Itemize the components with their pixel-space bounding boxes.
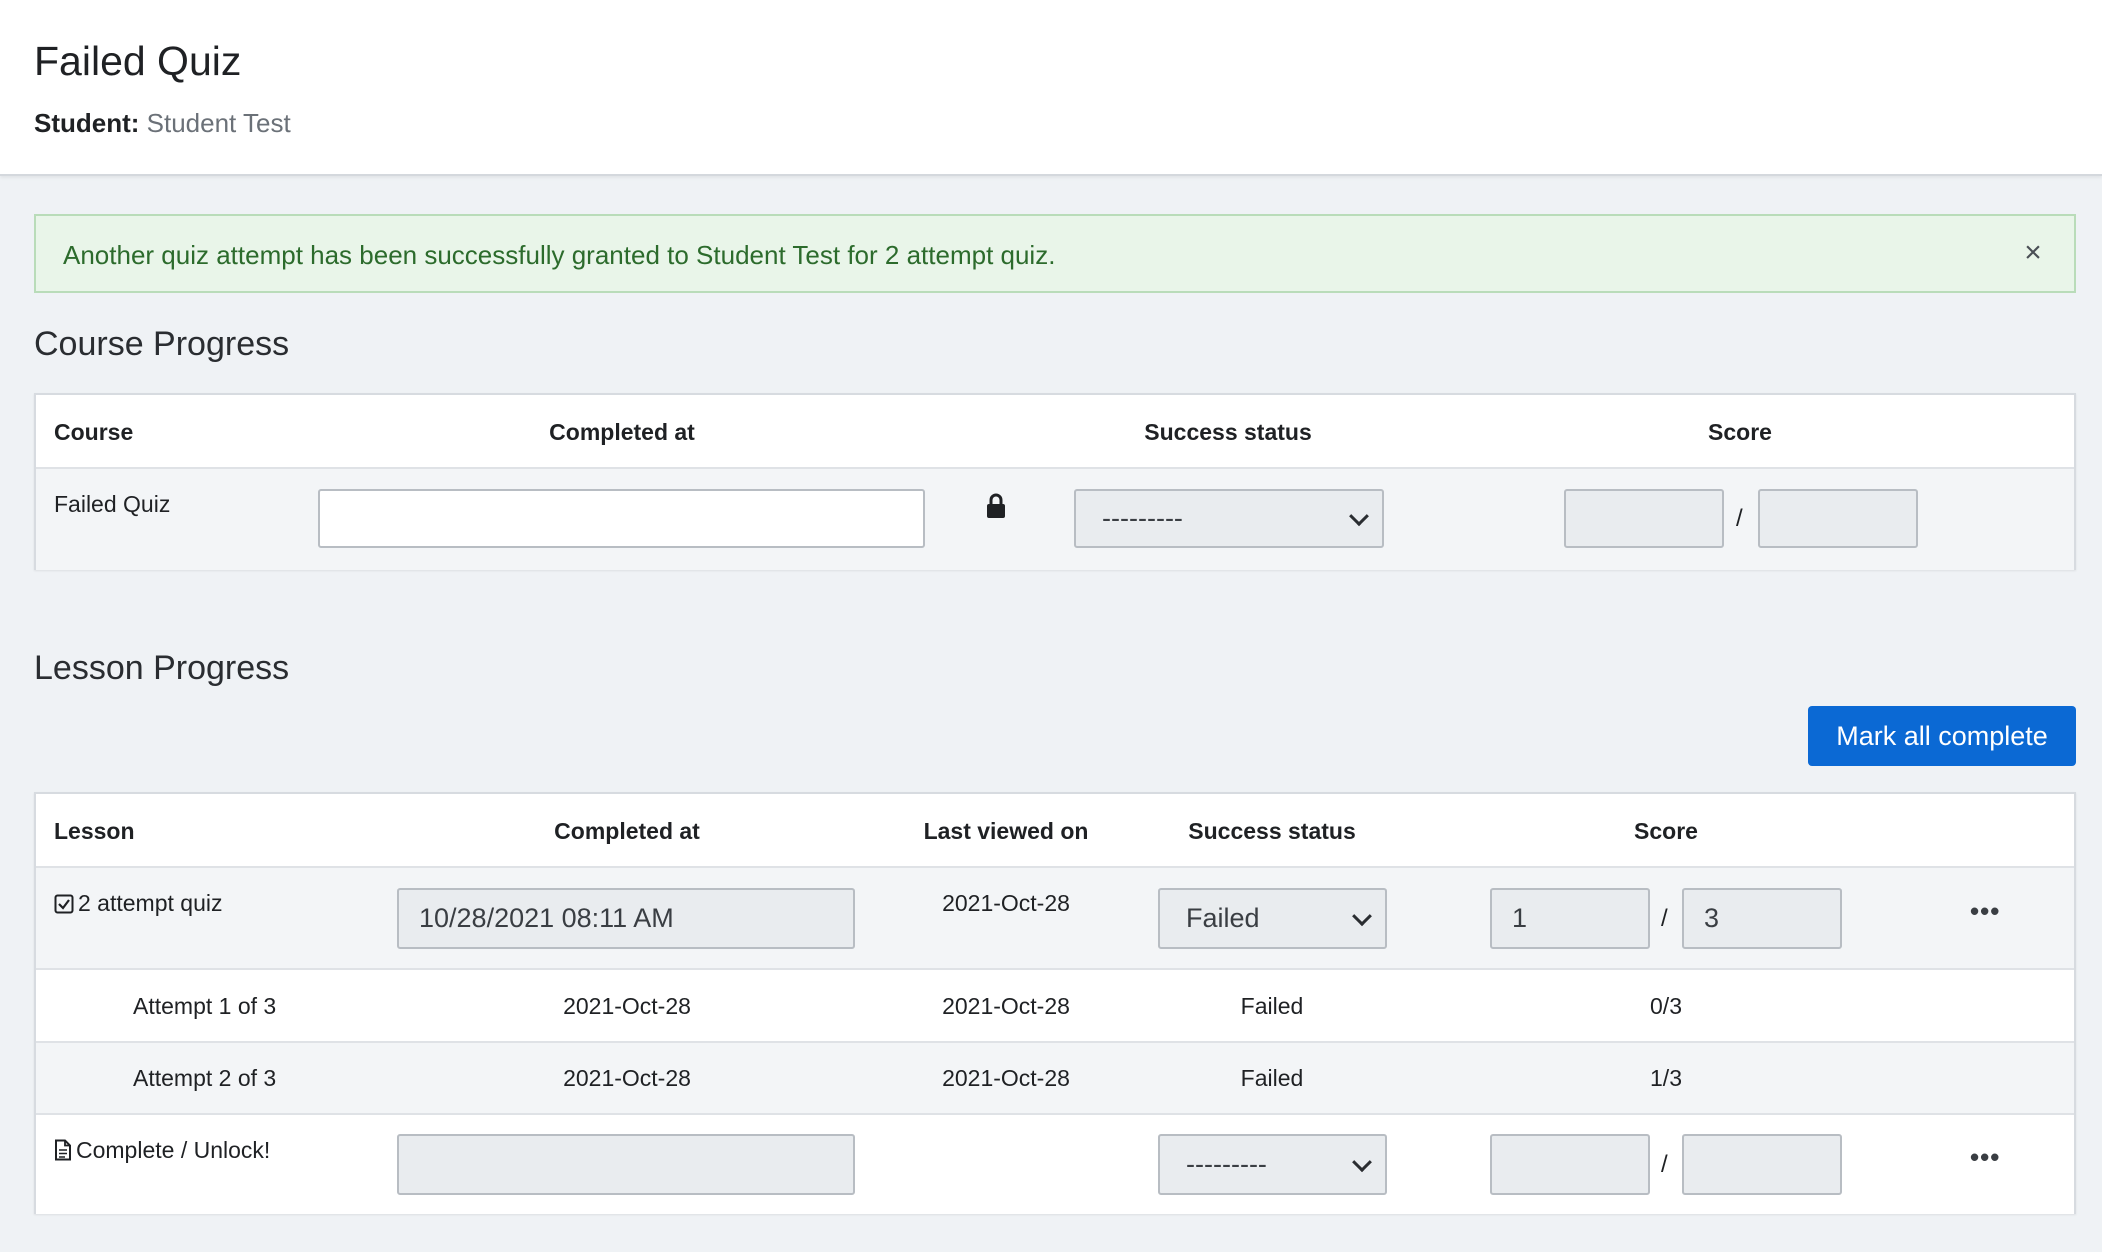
checkbox-icon bbox=[54, 893, 74, 920]
success-alert: Another quiz attempt has been successful… bbox=[34, 214, 2076, 293]
column-header-score: Score bbox=[1708, 419, 1772, 445]
attempt-completed-at: 2021-Oct-28 bbox=[563, 1065, 691, 1091]
lesson-name: 2 attempt quiz bbox=[78, 890, 223, 916]
student-label: Student: bbox=[34, 108, 140, 138]
lesson-cell: 2 attempt quiz bbox=[54, 890, 222, 920]
column-header-score: Score bbox=[1634, 818, 1698, 844]
attempt-last-viewed: 2021-Oct-28 bbox=[942, 1065, 1070, 1091]
last-viewed-date: 2021-Oct-28 bbox=[942, 890, 1070, 916]
max-score-input[interactable] bbox=[1758, 489, 1918, 548]
select-value: Failed bbox=[1186, 903, 1260, 933]
score-separator: / bbox=[1661, 905, 1668, 932]
more-options-icon[interactable]: ••• bbox=[1970, 896, 2000, 927]
success-status-select[interactable]: --------- bbox=[1158, 1134, 1387, 1195]
course-name: Failed Quiz bbox=[54, 491, 171, 517]
table-row: Complete / Unlock! --------- / ••• bbox=[36, 1113, 2074, 1214]
lesson-progress-title: Lesson Progress bbox=[34, 649, 290, 687]
column-header-course: Course bbox=[54, 419, 134, 445]
column-header-completed-at: Completed at bbox=[554, 818, 700, 844]
score-separator: / bbox=[1661, 1151, 1668, 1178]
score-input[interactable] bbox=[1564, 489, 1724, 548]
table-row: 2 attempt quiz 2021-Oct-28 Failed / ••• bbox=[36, 866, 2074, 968]
attempt-status: Failed bbox=[1240, 1065, 1304, 1091]
page-title: Failed Quiz bbox=[34, 38, 242, 84]
student-line: Student: Student Test bbox=[34, 108, 291, 139]
chevron-down-icon bbox=[1349, 505, 1369, 526]
column-header-last-viewed-on: Last viewed on bbox=[923, 818, 1089, 844]
lesson-name: Complete / Unlock! bbox=[76, 1137, 271, 1163]
max-score-input[interactable] bbox=[1682, 888, 1842, 949]
select-value: --------- bbox=[1186, 1149, 1267, 1179]
column-header-completed-at: Completed at bbox=[549, 419, 695, 445]
completed-at-input[interactable] bbox=[397, 1134, 855, 1195]
page-header: Failed Quiz Student: Student Test bbox=[0, 0, 2102, 176]
attempt-label: Attempt 1 of 3 bbox=[133, 993, 277, 1019]
score-separator: / bbox=[1736, 505, 1743, 532]
table-row: Attempt 2 of 3 2021-Oct-28 2021-Oct-28 F… bbox=[36, 1041, 2074, 1113]
chevron-down-icon bbox=[1352, 1151, 1372, 1172]
lock-icon bbox=[986, 493, 1006, 524]
attempt-completed-at: 2021-Oct-28 bbox=[563, 993, 691, 1019]
score-input[interactable] bbox=[1490, 1134, 1650, 1195]
column-header-success-status: Success status bbox=[1188, 818, 1356, 844]
attempt-last-viewed: 2021-Oct-28 bbox=[942, 993, 1070, 1019]
chevron-down-icon bbox=[1352, 905, 1372, 926]
attempt-status: Failed bbox=[1240, 993, 1304, 1019]
close-icon[interactable]: × bbox=[2018, 236, 2048, 270]
max-score-input[interactable] bbox=[1682, 1134, 1842, 1195]
mark-all-complete-button[interactable]: Mark all complete bbox=[1808, 706, 2076, 766]
success-status-select[interactable]: --------- bbox=[1074, 489, 1384, 548]
course-progress-table: Course Completed at Success status Score… bbox=[34, 393, 2076, 570]
select-value: --------- bbox=[1102, 503, 1183, 533]
lesson-progress-table: Lesson Completed at Last viewed on Succe… bbox=[34, 792, 2076, 1214]
column-header-success-status: Success status bbox=[1144, 419, 1312, 445]
lesson-cell: Complete / Unlock! bbox=[54, 1137, 270, 1167]
score-input[interactable] bbox=[1490, 888, 1650, 949]
student-name: Student Test bbox=[146, 108, 291, 138]
attempt-score: 1/3 bbox=[1650, 1065, 1682, 1091]
attempt-label: Attempt 2 of 3 bbox=[133, 1065, 277, 1091]
completed-at-input[interactable] bbox=[318, 489, 925, 548]
table-row: Attempt 1 of 3 2021-Oct-28 2021-Oct-28 F… bbox=[36, 968, 2074, 1041]
attempt-score: 0/3 bbox=[1650, 993, 1682, 1019]
document-icon bbox=[54, 1139, 72, 1167]
more-options-icon[interactable]: ••• bbox=[1970, 1142, 2000, 1173]
table-row: Failed Quiz --------- / bbox=[36, 467, 2074, 570]
course-progress-title: Course Progress bbox=[34, 325, 290, 363]
alert-message: Another quiz attempt has been successful… bbox=[63, 240, 1056, 270]
completed-at-input[interactable] bbox=[397, 888, 855, 949]
column-header-lesson: Lesson bbox=[54, 818, 135, 844]
success-status-select[interactable]: Failed bbox=[1158, 888, 1387, 949]
